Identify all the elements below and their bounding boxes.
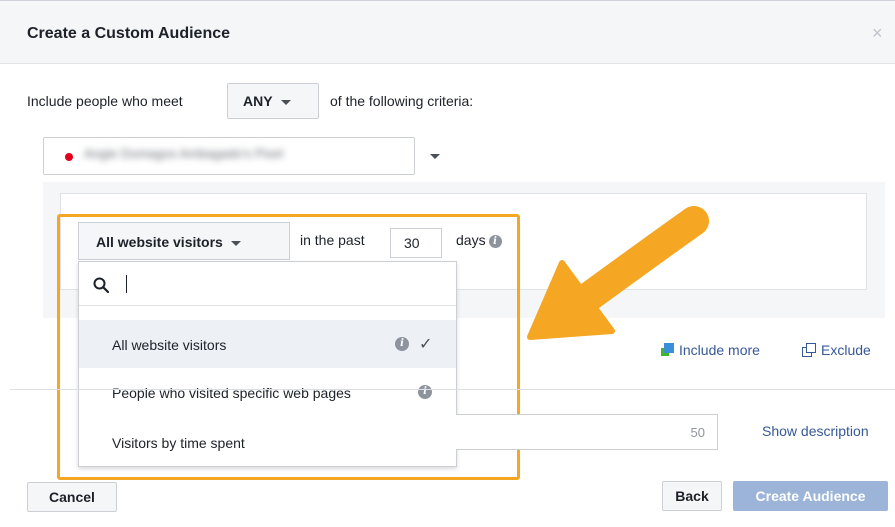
dialog-header: Create a Custom Audience ×: [0, 1, 895, 64]
pointer-arrow-icon: [527, 206, 709, 340]
pixel-status-dot: [65, 153, 73, 161]
exclude-link[interactable]: Exclude: [802, 342, 871, 358]
section-divider: [10, 389, 895, 390]
include-icon: [660, 343, 674, 357]
close-icon[interactable]: ×: [872, 23, 883, 44]
criteria-suffix: of the following criteria:: [330, 93, 474, 109]
exclude-icon: [802, 343, 816, 357]
create-audience-button[interactable]: Create Audience: [733, 481, 888, 511]
exclude-label: Exclude: [821, 342, 871, 358]
caret-down-icon: [430, 154, 440, 159]
dialog-title: Create a Custom Audience: [27, 25, 231, 42]
highlight-box: [57, 214, 520, 480]
include-more-label: Include more: [679, 342, 760, 358]
match-type-dropdown[interactable]: ANY: [227, 83, 319, 119]
show-description-link[interactable]: Show description: [762, 423, 869, 439]
pixel-name: Angie Domagos Ambagado's Pixel: [84, 146, 284, 161]
back-button[interactable]: Back: [662, 481, 722, 511]
criteria-row: Include people who meet ANY of the follo…: [0, 83, 895, 119]
char-limit-count: 50: [690, 425, 705, 440]
pixel-selector[interactable]: Angie Domagos Ambagado's Pixel: [43, 137, 440, 175]
criteria-prefix: Include people who meet: [27, 93, 183, 109]
audience-name-input[interactable]: 50: [456, 414, 718, 450]
cancel-button[interactable]: Cancel: [27, 482, 117, 512]
include-more-link[interactable]: Include more: [660, 342, 760, 358]
match-type-value: ANY: [243, 93, 273, 109]
caret-down-icon: [280, 99, 291, 105]
